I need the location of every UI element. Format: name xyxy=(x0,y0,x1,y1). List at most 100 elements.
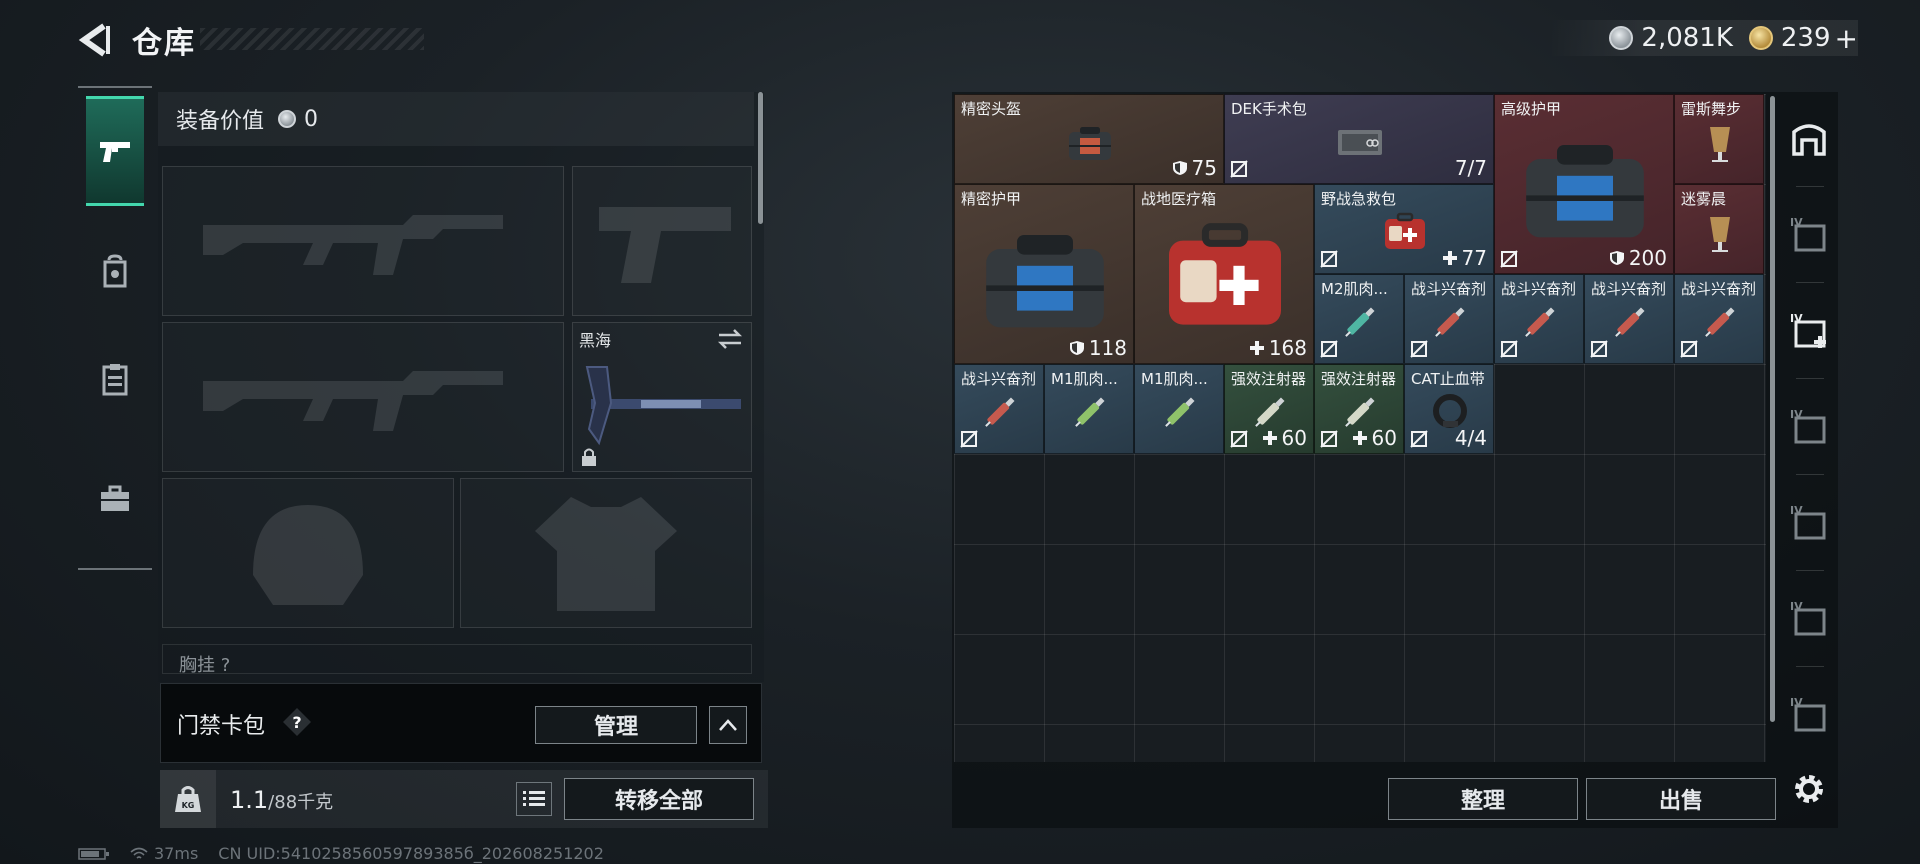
container-tab[interactable]: IV xyxy=(1784,210,1834,260)
storage-scrollbar[interactable] xyxy=(1770,96,1775,722)
helmet-slot[interactable] xyxy=(162,478,454,628)
item-name: 强效注射器 xyxy=(1321,370,1397,388)
loadout-scrollbar[interactable] xyxy=(758,92,763,224)
heal-cross-icon xyxy=(1262,431,1277,445)
manage-button[interactable]: 管理 xyxy=(535,706,697,744)
sell-button[interactable]: 出售 xyxy=(1586,778,1776,820)
item-quantity-value: 75 xyxy=(1191,156,1217,180)
add-currency-button[interactable]: + xyxy=(1835,22,1858,55)
storage-item[interactable]: 强效注射器 60 xyxy=(1224,364,1314,454)
storage-grid[interactable]: 精密头盔 75 DEK手术包 7/7 高级护甲 200 雷斯舞步 迷雾晨 精密护甲 118 战地医疗… xyxy=(954,94,1766,762)
keycard-label: 门禁卡包 xyxy=(177,714,266,739)
storage-item[interactable]: 战斗兴奋剂 xyxy=(1674,274,1764,364)
equipment-value-amount: 0 xyxy=(304,106,319,132)
storage-item[interactable]: CAT止血带 4/4 xyxy=(1404,364,1494,454)
storage-item[interactable]: 精密头盔 75 xyxy=(954,94,1224,184)
item-image-icon xyxy=(986,235,1104,328)
item-name: 战斗兴奋剂 xyxy=(1591,280,1667,298)
durability-shield-icon xyxy=(1172,161,1187,175)
armor-silhouette-icon xyxy=(535,497,677,611)
tab-vest[interactable] xyxy=(86,324,144,434)
melee-item-name: 黑海 xyxy=(579,331,612,350)
container-tab[interactable]: IV xyxy=(1784,498,1834,548)
item-image-icon xyxy=(1165,397,1195,427)
back-button[interactable] xyxy=(76,20,116,60)
container-tab[interactable]: IV xyxy=(1784,306,1834,356)
item-quantity: 118 xyxy=(1069,336,1127,360)
equipment-value: 装备价值 0 xyxy=(158,92,754,146)
uninsured-icon xyxy=(1320,340,1338,358)
uninsured-icon xyxy=(1500,340,1518,358)
axe-icon xyxy=(585,366,741,446)
help-icon: ? xyxy=(283,708,311,736)
storage-item[interactable]: 高级护甲 200 xyxy=(1494,94,1674,274)
storage-item[interactable]: 精密护甲 118 xyxy=(954,184,1134,364)
pistol-slot[interactable] xyxy=(572,166,752,316)
back-arrow-icon xyxy=(78,23,110,57)
wifi-icon xyxy=(130,847,148,859)
item-quantity: 60 xyxy=(1352,426,1397,450)
primary-weapon-slot[interactable] xyxy=(162,166,564,316)
currency-silver[interactable]: 2,081K xyxy=(1609,23,1733,53)
uninsured-icon xyxy=(1320,250,1338,268)
loadout-panel: 装备价值 0 黑海 胸挂 ? xyxy=(158,92,764,682)
silver-coin-icon xyxy=(278,110,297,128)
storage-item[interactable]: 雷斯舞步 xyxy=(1674,94,1764,184)
rifle-silhouette-icon xyxy=(203,215,503,275)
melee-slot[interactable]: 黑海 xyxy=(572,322,752,472)
storage-item[interactable]: M2肌肉... xyxy=(1314,274,1404,364)
item-quantity-value: 77 xyxy=(1461,246,1487,270)
transfer-all-button[interactable]: 转移全部 xyxy=(564,778,754,820)
storage-item[interactable]: M1肌肉... xyxy=(1134,364,1224,454)
chest-rig-slot[interactable]: 胸挂 ? xyxy=(162,644,752,676)
durability-shield-icon xyxy=(1609,251,1624,265)
item-name: 战斗兴奋剂 xyxy=(961,370,1037,388)
container-tab[interactable]: IV xyxy=(1784,594,1834,644)
list-view-button[interactable] xyxy=(516,782,552,816)
settings-button[interactable] xyxy=(1784,764,1834,814)
storage-item[interactable]: 战地医疗箱 168 xyxy=(1134,184,1314,364)
item-name: 强效注射器 xyxy=(1231,370,1307,388)
storage-item[interactable]: DEK手术包 7/7 xyxy=(1224,94,1494,184)
arrange-button[interactable]: 整理 xyxy=(1388,778,1578,820)
container-tab[interactable]: IV xyxy=(1784,402,1834,452)
help-button[interactable]: ? xyxy=(281,706,313,738)
item-name: M1肌肉... xyxy=(1141,370,1208,388)
weight-current: 1.1 xyxy=(230,786,269,814)
silver-coin-icon xyxy=(1609,26,1634,50)
medical-case-icon: IV xyxy=(1790,312,1826,348)
svg-text:IV: IV xyxy=(1790,600,1803,613)
ping-readout: 37ms xyxy=(130,844,198,863)
uninsured-icon xyxy=(1410,430,1428,448)
item-name: 战斗兴奋剂 xyxy=(1681,280,1757,298)
armor-slot[interactable] xyxy=(460,478,752,628)
container-tab[interactable]: IV xyxy=(1784,690,1834,740)
item-name: CAT止血带 xyxy=(1411,370,1485,388)
tab-weapons[interactable] xyxy=(86,96,144,206)
currency-gold[interactable]: 239 + xyxy=(1748,22,1858,55)
kettlebell-icon: KG xyxy=(175,786,201,812)
container-tab[interactable] xyxy=(1784,114,1834,164)
item-quantity: 60 xyxy=(1262,426,1307,450)
storage-item[interactable]: 强效注射器 60 xyxy=(1314,364,1404,454)
secondary-weapon-slot[interactable] xyxy=(162,322,564,472)
uninsured-icon xyxy=(1500,250,1518,268)
swap-icon[interactable] xyxy=(717,329,743,349)
tab-backpack[interactable] xyxy=(86,216,144,326)
uninsured-icon xyxy=(960,430,978,448)
collapse-button[interactable] xyxy=(709,706,747,744)
item-quantity-value: 60 xyxy=(1281,426,1307,450)
storage-item[interactable]: M1肌肉... xyxy=(1044,364,1134,454)
storage-item[interactable]: 迷雾晨 xyxy=(1674,184,1764,274)
storage-item[interactable]: 战斗兴奋剂 xyxy=(1404,274,1494,364)
uid-text: CN UID:541025856059789385б_202608251202 xyxy=(218,844,604,863)
storage-item[interactable]: 战斗兴奋剂 xyxy=(1584,274,1674,364)
storage-item[interactable]: 野战急救包 77 xyxy=(1314,184,1494,274)
uninsured-icon xyxy=(1320,430,1338,448)
storage-item[interactable]: 战斗兴奋剂 xyxy=(954,364,1044,454)
storage-item[interactable]: 战斗兴奋剂 xyxy=(1494,274,1584,364)
rail-divider xyxy=(1796,282,1824,283)
tab-case[interactable] xyxy=(86,444,144,554)
backpack-icon xyxy=(103,254,127,288)
item-image-icon xyxy=(1710,217,1730,252)
